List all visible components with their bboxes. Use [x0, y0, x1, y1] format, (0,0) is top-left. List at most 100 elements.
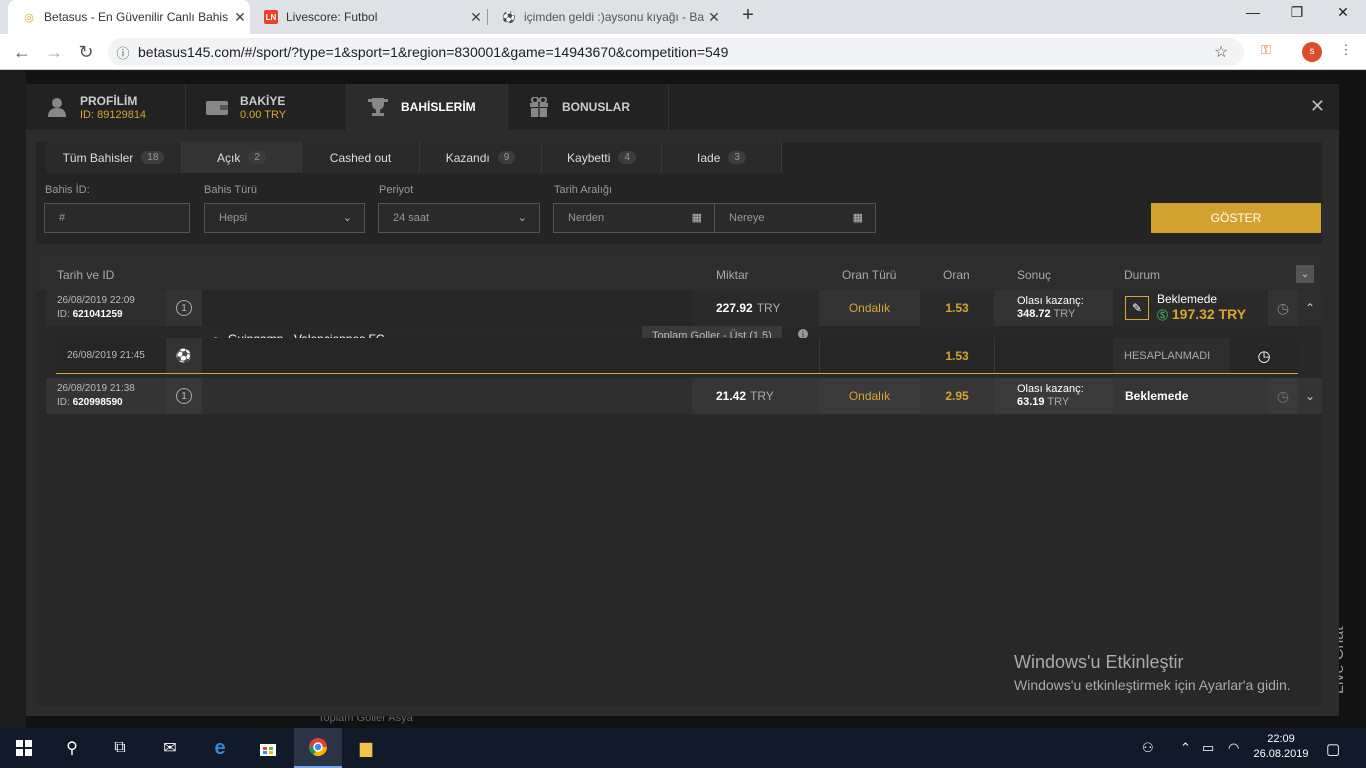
count-badge: 18	[141, 151, 165, 164]
header-odds: Oran	[943, 268, 970, 282]
calendar-icon[interactable]: ▦	[692, 211, 702, 224]
filter-tab-refund[interactable]: Iade 3	[662, 142, 782, 173]
chevron-down-icon: ⌄	[517, 212, 527, 224]
selection-odds: 1.53	[945, 348, 969, 363]
selection-row: 26/08/2019 21:45 ⚽ 1.53 HESAPLANMADI ◷	[56, 338, 1298, 374]
table-row[interactable]: 26/08/2019 21:38 ID: 620998590 1 21.42 TRY…	[46, 378, 1322, 414]
notification-icon[interactable]: ▢	[1326, 740, 1340, 758]
cashout-value[interactable]: 197.32 TRY	[1172, 306, 1246, 322]
count-badge: 9	[497, 151, 516, 164]
edge-icon[interactable]: e	[196, 728, 244, 768]
wallet-icon	[204, 97, 230, 117]
filter-tab-won[interactable]: Kazandı 9	[420, 142, 542, 173]
divider	[819, 338, 820, 373]
balance-value: 0.00 TRY	[240, 108, 287, 121]
chrome-taskbar-icon[interactable]	[294, 728, 342, 768]
show-button[interactable]: GÖSTER	[1151, 203, 1321, 233]
chevron-up-icon[interactable]: ⌃	[1180, 740, 1191, 756]
minimize-button[interactable]: —	[1230, 4, 1276, 28]
bet-type-value: Hepsi	[219, 212, 248, 224]
maximize-button[interactable]: ❐	[1274, 4, 1320, 28]
calendar-icon[interactable]: ▦	[853, 211, 863, 224]
mail-icon[interactable]: ✉	[146, 728, 194, 768]
filter-tab-cashed-out[interactable]: Cashed out	[302, 142, 420, 173]
watermark-title: Windows'u Etkinleştir	[1014, 652, 1184, 672]
file-explorer-icon[interactable]: ▆	[342, 728, 390, 768]
collapse-all-icon[interactable]: ⌄	[1296, 265, 1314, 283]
chrome-menu-icon[interactable]: ⋮	[1336, 42, 1356, 62]
tab-profile[interactable]: PROFİLİM ID: 89129814	[26, 84, 186, 130]
bet-status-tabs: Tüm Bahisler 18 Açık 2 Cashed out Kazandı 9…	[46, 142, 782, 173]
back-icon[interactable]: ←	[10, 40, 34, 64]
filter-tab-open[interactable]: Açık 2	[182, 142, 302, 173]
window-close-button[interactable]: ✕	[1320, 4, 1366, 28]
potential-win-currency: TRY	[1053, 308, 1076, 320]
bet-date: 26/08/2019 21:38	[57, 383, 135, 394]
selection-date: 26/08/2019 21:45	[67, 350, 145, 361]
count-badge: 4	[618, 151, 636, 164]
status-text: Beklemede	[1125, 389, 1189, 403]
period-label: Periyot	[379, 184, 414, 196]
date-to-input[interactable]: Nereye ▦	[714, 203, 876, 233]
odds-value: 1.53	[945, 301, 969, 315]
forward-icon[interactable]: →	[42, 40, 66, 64]
header-date-id: Tarih ve ID	[57, 268, 115, 282]
chevron-down-icon[interactable]: ⌄	[1298, 378, 1322, 414]
cashout-edit-icon[interactable]: ✎	[1125, 296, 1149, 320]
windows-activation-watermark: Windows'u Etkinleştir Windows'u etkinleş…	[1014, 652, 1291, 693]
bookmark-star-icon[interactable]: ☆	[1214, 42, 1244, 62]
chevron-up-icon[interactable]: ⌃	[1298, 290, 1322, 326]
selection-status: HESAPLANMADI	[1113, 338, 1230, 373]
info-icon[interactable]: ⓘ	[108, 43, 138, 62]
address-bar[interactable]: ⓘ betasus145.com/#/sport/?type=1&sport=1…	[108, 38, 1244, 66]
store-icon[interactable]	[244, 728, 292, 768]
bet-id-input[interactable]: #	[44, 203, 190, 233]
tab-label: PROFİLİM	[80, 93, 138, 108]
close-tab-icon[interactable]: ✕	[230, 9, 250, 26]
status-cell: Beklemede	[1113, 378, 1268, 414]
divider	[994, 338, 995, 373]
user-icon	[44, 97, 70, 117]
user-id: ID: 89129814	[80, 108, 147, 121]
close-icon[interactable]: ✕	[1310, 96, 1325, 117]
browser-tab-forum[interactable]: ⚽ içimden geldi :)aysonu kıyağı - Ba ✕	[488, 0, 724, 34]
chevron-down-icon: ⌄	[342, 212, 352, 224]
browser-tab-livescore[interactable]: LN Livescore: Futbol ✕	[250, 0, 486, 34]
tab-balance[interactable]: BAKİYE 0.00 TRY	[186, 84, 347, 130]
reload-icon[interactable]: ↻	[74, 40, 98, 64]
new-tab-button[interactable]: +	[736, 4, 760, 30]
date-from-input[interactable]: Nerden ▦	[553, 203, 715, 233]
bet-type-select[interactable]: Hepsi ⌄	[204, 203, 365, 233]
search-icon[interactable]: ⚲	[48, 728, 96, 768]
close-tab-icon[interactable]: ✕	[704, 9, 724, 26]
bet-type-label: Bahis Türü	[204, 184, 257, 196]
tab-my-bets[interactable]: BAHİSLERİM	[347, 84, 508, 130]
period-select[interactable]: 24 saat ⌄	[378, 203, 540, 233]
people-icon[interactable]: ⚇	[1142, 740, 1154, 756]
close-tab-icon[interactable]: ✕	[466, 9, 486, 26]
filter-tab-lost[interactable]: Kaybetti 4	[542, 142, 662, 173]
profile-avatar[interactable]: s	[1302, 42, 1322, 62]
wifi-icon[interactable]: ◠	[1228, 740, 1239, 756]
soccer-ball-favicon: ⚽	[502, 11, 516, 24]
browser-tab-betasus[interactable]: ◎ Betasus - En Güvenilir Canlı Bahis ✕	[8, 0, 250, 34]
start-button[interactable]	[0, 728, 48, 768]
filter-tab-all[interactable]: Tüm Bahisler 18	[46, 142, 182, 173]
clock-date: 26.08.2019	[1253, 748, 1309, 760]
tab-bonuses[interactable]: BONUSLAR	[508, 84, 669, 130]
table-row[interactable]: 26/08/2019 22:09 ID: 621041259 1 227.92 TR…	[46, 290, 1322, 326]
odds-type: Ondalık	[848, 301, 891, 315]
bet-id: 620998590	[72, 397, 123, 408]
task-view-icon[interactable]: ⧉	[96, 728, 144, 768]
header-status: Durum	[1124, 268, 1161, 282]
system-clock[interactable]: 22:09 26.08.2019	[1246, 732, 1316, 762]
odds-cell: 1.53	[920, 290, 994, 326]
filter-tab-label: Açık	[217, 150, 241, 165]
bets-table: Tarih ve ID Miktar Oran Türü Oran Sonuç …	[36, 258, 1322, 706]
key-extension-icon[interactable]: ⚿	[1256, 42, 1276, 62]
date-range-label: Tarih Aralığı	[554, 184, 613, 196]
betasus-favicon: ◎	[24, 11, 34, 24]
potential-win-label: Olası kazanç:	[1017, 295, 1084, 307]
battery-icon[interactable]: ▭	[1202, 740, 1214, 756]
amount-value: 227.92	[716, 301, 753, 315]
